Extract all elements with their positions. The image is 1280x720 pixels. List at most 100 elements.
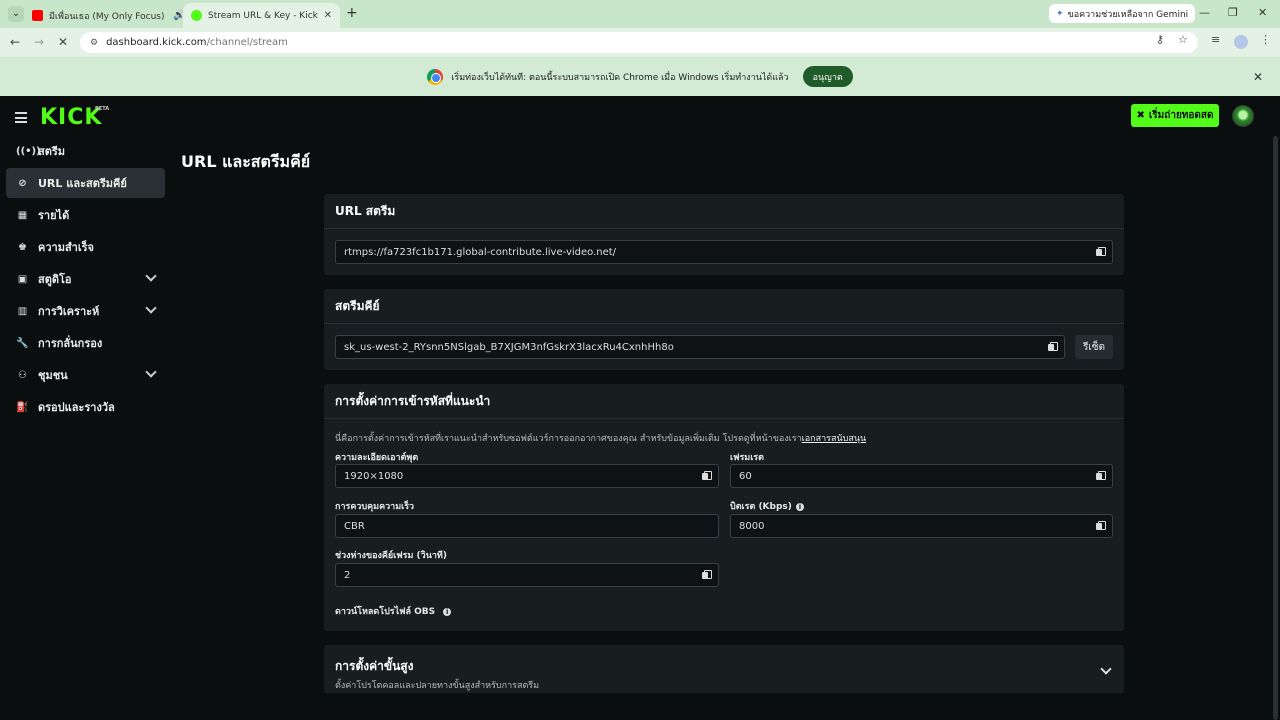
menu-hamburger-icon[interactable] [15, 112, 27, 126]
kick-logo[interactable]: KICK [40, 105, 102, 130]
resolution-label: ความละเอียดเอาต์พุต [335, 453, 419, 463]
sidebar-item-moderation[interactable]: 🔧 การกลั่นกรอง [6, 328, 165, 358]
copy-icon[interactable] [1096, 247, 1106, 257]
stop-loading-icon[interactable]: ✕ [58, 35, 68, 49]
copy-icon[interactable] [702, 570, 712, 580]
keyframe-label: ช่วงห่างของคีย์เฟรม (วินาที) [335, 551, 447, 561]
encoder-heading: การตั้งค่าการเข้ารหัสที่แนะนำ [324, 384, 1124, 419]
site-info-icon[interactable]: ⚙ [90, 38, 98, 48]
copy-icon[interactable] [1096, 471, 1106, 481]
sidebar-item-label: สตูดิโอ [38, 273, 72, 286]
page-scrollbar[interactable] [1273, 136, 1278, 720]
password-key-icon[interactable]: ⚷ [1156, 33, 1164, 46]
rate-control-value: CBR [344, 520, 365, 532]
url-host: dashboard.kick.com [106, 37, 207, 48]
info-icon[interactable]: i [443, 608, 452, 616]
stream-key-field[interactable]: sk_us-west-2_RYsnn5NSlgab_B7XJGM3nfGskrX… [335, 335, 1065, 359]
bitrate-field[interactable]: 8000 [730, 514, 1113, 538]
chrome-menu-icon[interactable]: ⋮ [1260, 33, 1271, 46]
framerate-field[interactable]: 60 [730, 464, 1113, 488]
obs-profile-row[interactable]: ดาวน์โหลดโปรไฟล์ OBS i [335, 604, 452, 618]
sidebar-item-achievements[interactable]: ♚ ความสำเร็จ [6, 232, 165, 262]
resolution-field[interactable]: 1920×1080 [335, 464, 719, 488]
browser-tab-youtube[interactable]: มีเพื่อนเธอ (My Only Focus) O 🔊 ✕ [24, 3, 208, 28]
link-icon: ⊘ [18, 177, 27, 189]
new-tab-icon[interactable]: + [346, 5, 358, 21]
stream-url-card: URL สตรีม rtmps://fa723fc1b171.global-co… [324, 194, 1124, 275]
advanced-heading: การตั้งค่าขั้นสูง [335, 659, 414, 673]
sidebar-item-label: สตรีม [38, 145, 66, 158]
sidebar-item-community[interactable]: ⚇ ชุมชน [6, 360, 165, 390]
stream-url-heading: URL สตรีม [324, 194, 1124, 229]
rate-control-field[interactable]: CBR [335, 514, 719, 538]
advanced-settings-card[interactable]: การตั้งค่าขั้นสูง ตั้งค่าโปรโตคอลและปลาย… [324, 645, 1124, 693]
media-controls-icon[interactable]: ≡ [1211, 33, 1220, 46]
back-icon[interactable]: ← [10, 35, 20, 49]
sidebar-item-label: URL และสตรีมคีย์ [38, 177, 127, 190]
gemini-sparkle-icon: ✦ [1056, 8, 1064, 19]
revenue-icon: ▦ [17, 209, 28, 221]
profile-avatar-icon[interactable] [1234, 35, 1248, 49]
copy-icon[interactable] [702, 471, 712, 481]
address-bar-row: ← → ✕ ⚙ dashboard.kick.com/channel/strea… [0, 28, 1280, 57]
support-docs-link[interactable]: เอกสารสนับสนุน [802, 434, 866, 444]
url-path: /channel/stream [206, 37, 288, 48]
chevron-down-icon [145, 366, 157, 378]
sidebar-item-revenue[interactable]: ▦ รายได้ [6, 200, 165, 230]
community-icon: ⚇ [18, 369, 27, 381]
chevron-down-icon [145, 302, 157, 314]
sidebar-item-stream[interactable]: ((•)) สตรีม [6, 136, 165, 166]
tab-search-button[interactable]: ⌄ [8, 6, 24, 22]
gemini-button[interactable]: ✦ ขอความช่วยเหลือจาก Gemini [1049, 4, 1196, 23]
encoder-description: นี่คือการตั้งค่าการเข้ารหัสที่เราแนะนำสำ… [335, 431, 866, 445]
bitrate-label-row: บิตเรต (Kbps) i [730, 499, 804, 513]
keyframe-value: 2 [344, 569, 351, 581]
chrome-logo-icon [427, 68, 444, 85]
reset-key-button[interactable]: รีเซ็ต [1075, 335, 1113, 359]
close-tab-icon[interactable]: ✕ [324, 10, 332, 21]
close-window-icon[interactable]: ✕ [1258, 6, 1267, 19]
chevron-down-icon[interactable] [1100, 663, 1112, 675]
sidebar-item-drops[interactable]: ⛽ ดรอปและรางวัล [6, 392, 165, 422]
info-icon[interactable]: i [795, 503, 804, 511]
tab-title: Stream URL & Key - Kick Dashb [208, 10, 318, 21]
sidebar-item-label: การวิเคราะห์ [38, 305, 100, 318]
rate-control-label: การควบคุมความเร็ว [335, 502, 415, 512]
go-live-button[interactable]: ✖ เริ่มถ่ายทอดสด [1131, 104, 1219, 127]
forward-icon[interactable]: → [34, 35, 44, 49]
go-live-label: เริ่มถ่ายทอดสด [1148, 110, 1214, 121]
tab-title: มีเพื่อนเธอ (My Only Focus) O [49, 11, 167, 22]
url-input[interactable]: ⚙ dashboard.kick.com/channel/stream [80, 32, 1198, 53]
allow-button[interactable]: อนุญาต [802, 66, 853, 87]
sidebar-item-url-and-key[interactable]: ⊘ URL และสตรีมคีย์ [6, 168, 165, 198]
gemini-label: ขอความช่วยเหลือจาก Gemini [1067, 9, 1189, 20]
copy-icon[interactable] [1096, 521, 1106, 531]
stream-key-value: sk_us-west-2_RYsnn5NSlgab_B7XJGM3nfGskrX… [344, 341, 674, 353]
sidebar-item-analytics[interactable]: ▥ การวิเคราะห์ [6, 296, 165, 326]
wrench-icon: 🔧 [16, 337, 29, 349]
infobar-close-icon[interactable]: ✕ [1253, 70, 1263, 84]
stream-url-field[interactable]: rtmps://fa723fc1b171.global-contribute.l… [335, 240, 1113, 264]
kick-k-icon: ✖ [1136, 110, 1145, 121]
sidebar-item-label: ชุมชน [38, 369, 68, 382]
stream-key-heading: สตรีมคีย์ [324, 289, 1124, 324]
youtube-icon [32, 10, 43, 21]
browser-tab-kick[interactable]: Stream URL & Key - Kick Dashb ✕ [183, 3, 340, 28]
sidebar-item-label: การกลั่นกรอง [38, 337, 103, 350]
restore-icon[interactable]: ❐ [1228, 6, 1238, 19]
copy-icon[interactable] [1048, 342, 1058, 352]
infobar-message: เริ่มท่องเว็บได้ทันที: ตอนนี้ระบบสามารถเ… [451, 72, 789, 83]
bookmark-star-icon[interactable]: ☆ [1178, 33, 1188, 46]
minimize-icon[interactable]: — [1199, 6, 1210, 19]
trophy-icon: ♚ [18, 241, 27, 253]
resolution-value: 1920×1080 [344, 470, 404, 482]
chrome-infobar: เริ่มท่องเว็บได้ทันที: ตอนนี้ระบบสามารถเ… [0, 57, 1280, 96]
broadcast-icon: ((•)) [16, 145, 41, 157]
kick-favicon-icon [191, 10, 202, 21]
sidebar-item-studio[interactable]: ▣ สตูดิโอ [6, 264, 165, 294]
framerate-value: 60 [739, 470, 752, 482]
download-obs-profile-link[interactable]: ดาวน์โหลดโปรไฟล์ OBS [335, 607, 435, 617]
keyframe-field[interactable]: 2 [335, 563, 719, 587]
user-avatar[interactable] [1232, 105, 1254, 127]
stream-url-value: rtmps://fa723fc1b171.global-contribute.l… [344, 246, 617, 258]
